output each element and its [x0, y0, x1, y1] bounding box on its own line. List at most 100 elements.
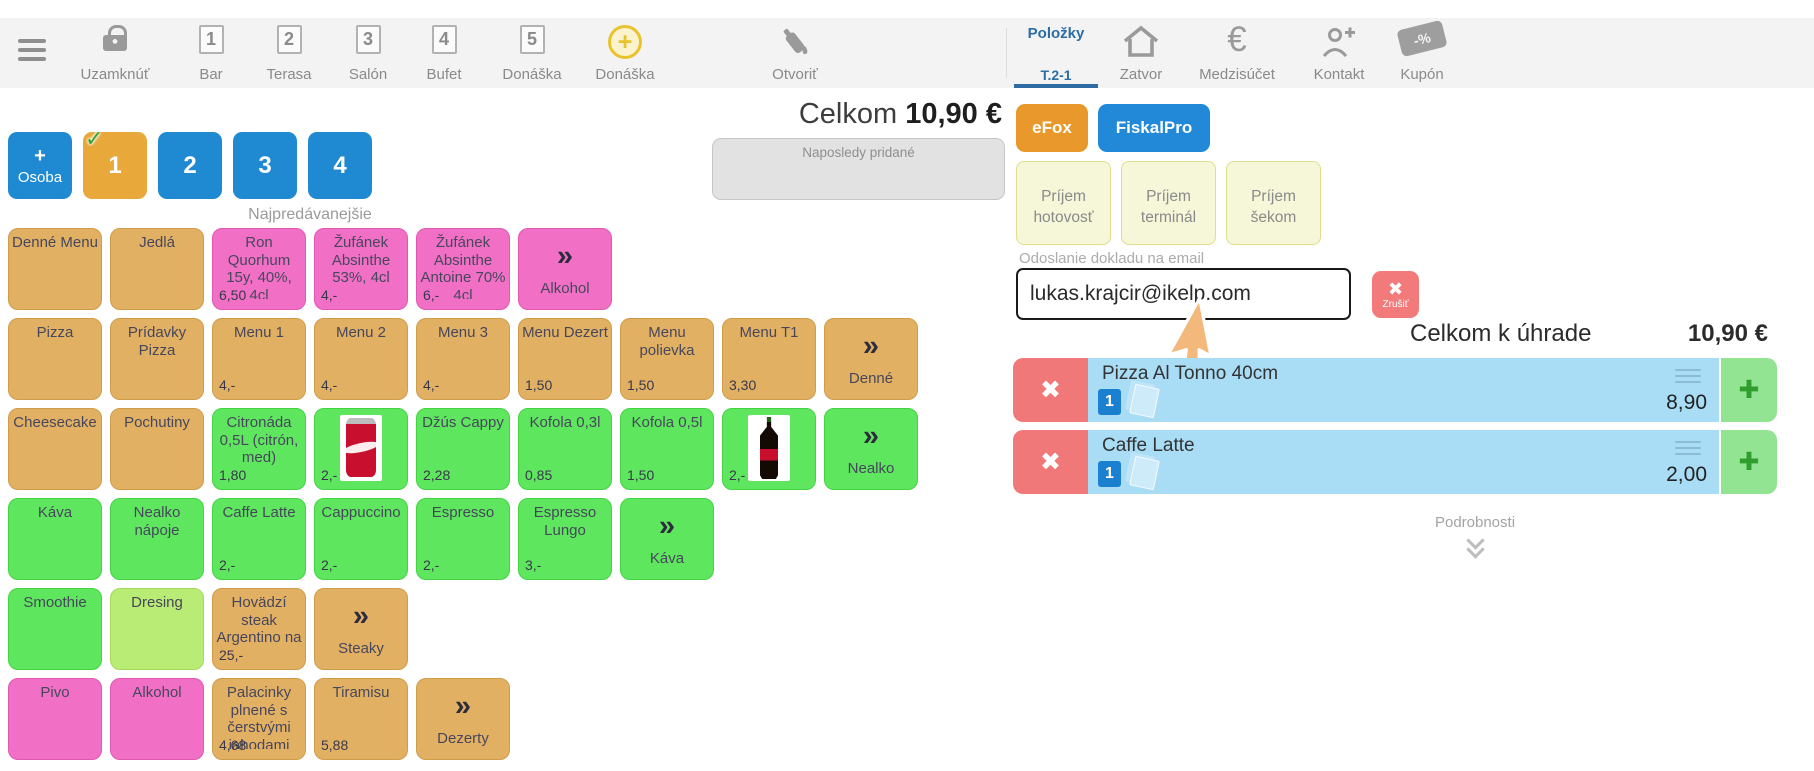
- plus-circle-icon: +: [608, 25, 642, 59]
- fiskalpro-printer-button[interactable]: FiskalPro: [1098, 104, 1210, 152]
- product-tile-nealko-n-poje[interactable]: Nealko nápoje: [110, 498, 204, 580]
- product-tile-palacinky-plnen-s-erstv-mi-jahodami[interactable]: Palacinky plnené s čerstvými jahodami4,6…: [212, 678, 306, 760]
- remove-item-button[interactable]: ✖: [1013, 358, 1088, 422]
- product-tile-smoothie[interactable]: Smoothie: [8, 588, 102, 670]
- product-tile-menu-2[interactable]: Menu 24,-: [314, 318, 408, 400]
- product-tile-cheesecake[interactable]: Cheesecake: [8, 408, 102, 490]
- product-tile-d-s-cappy[interactable]: Džús Cappy2,28: [416, 408, 510, 490]
- product-tile-menu-3[interactable]: Menu 34,-: [416, 318, 510, 400]
- product-tile-hov-dz-steak-argentino-na[interactable]: Hovädzí steak Argentino na25,-: [212, 588, 306, 670]
- hamburger-menu-icon[interactable]: [18, 39, 46, 61]
- quantity-badge: 1: [1098, 461, 1121, 487]
- product-tile-menu-dezert[interactable]: Menu Dezert1,50: [518, 318, 612, 400]
- tab-bufet[interactable]: 4 Bufet: [406, 25, 482, 83]
- product-tile-caffe-latte[interactable]: Caffe Latte2,-: [212, 498, 306, 580]
- product-tile-jedl[interactable]: Jedlá: [110, 228, 204, 310]
- order-item-price: 2,00: [1666, 463, 1707, 487]
- tab-2-icon: 2: [277, 25, 302, 54]
- person-button-1[interactable]: ✓ 1: [83, 132, 147, 199]
- coupon-label: Kupón: [1400, 66, 1443, 83]
- product-tile-pr-davky-pizza[interactable]: Prídavky Pizza: [110, 318, 204, 400]
- cancel-email-button[interactable]: ✖ Zrušiť: [1372, 271, 1419, 318]
- person-4-label: 4: [333, 152, 346, 180]
- close-table-label: Zatvor: [1120, 66, 1163, 83]
- product-tile-menu-polievka[interactable]: Menu polievka1,50: [620, 318, 714, 400]
- order-item-price: 8,90: [1666, 391, 1707, 415]
- product-tile-pizza[interactable]: Pizza: [8, 318, 102, 400]
- email-section-label: Odoslanie dokladu na email: [1019, 250, 1204, 267]
- tab-5-icon: 5: [520, 25, 545, 54]
- product-tile-coca-cola-can[interactable]: 2,-: [314, 408, 408, 490]
- tab-terasa[interactable]: 2 Terasa: [251, 25, 327, 83]
- delete-x-icon: ✖: [1040, 376, 1061, 404]
- product-label: Dresing: [111, 589, 203, 612]
- contact-button[interactable]: Kontakt: [1300, 25, 1378, 83]
- category-more-tile-denn[interactable]: »Denné: [824, 318, 918, 400]
- product-tile-kofola-0-3l[interactable]: Kofola 0,3l0,85: [518, 408, 612, 490]
- category-more-tile-alkohol[interactable]: »Alkohol: [518, 228, 612, 310]
- kofola-bottle-image: [748, 415, 790, 481]
- tab-items-active[interactable]: Položky T.2-1: [1016, 25, 1096, 83]
- category-more-tile-dezerty[interactable]: »Dezerty: [416, 678, 510, 760]
- product-tile-cappuccino[interactable]: Cappuccino2,-: [314, 498, 408, 580]
- pay-terminal-button[interactable]: Príjem terminál: [1121, 161, 1216, 245]
- product-tile-denn-menu[interactable]: Denné Menu: [8, 228, 102, 310]
- product-tile-uf-nek-absinthe-antoine-70-4cl[interactable]: Žufánek Absinthe Antoine 70% 4cl6,-: [416, 228, 510, 310]
- lock-button[interactable]: Uzamknúť: [75, 25, 155, 83]
- increase-quantity-button[interactable]: ✚: [1721, 358, 1777, 422]
- category-more-tile-k-va[interactable]: »Káva: [620, 498, 714, 580]
- product-tile-kofola-0-5l[interactable]: Kofola 0,5l1,50: [620, 408, 714, 490]
- efox-printer-button[interactable]: eFox: [1016, 104, 1088, 152]
- pay-cheque-button[interactable]: Príjem šekom: [1226, 161, 1321, 245]
- product-price: 2,-: [321, 467, 337, 484]
- tab-salon[interactable]: 3 Salón: [330, 25, 406, 83]
- category-label: Dezerty: [417, 730, 509, 748]
- subtotal-button[interactable]: € Medzisúčet: [1180, 25, 1294, 83]
- product-tile-espresso-lungo[interactable]: Espresso Lungo3,-: [518, 498, 612, 580]
- product-price: 0,85: [525, 467, 552, 484]
- open-button[interactable]: Otvoriť: [757, 25, 833, 83]
- product-tile-dresing[interactable]: Dresing: [110, 588, 204, 670]
- product-tile-alkohol[interactable]: Alkohol: [110, 678, 204, 760]
- category-more-tile-steaky[interactable]: »Steaky: [314, 588, 408, 670]
- product-tile-ron-quorhum-15y-40-4cl[interactable]: Ron Quorhum 15y, 40%, 4cl6,50: [212, 228, 306, 310]
- product-tile-k-va[interactable]: Káva: [8, 498, 102, 580]
- product-tile-espresso[interactable]: Espresso2,-: [416, 498, 510, 580]
- product-tile-citron-da-0-5l-citr-n-med[interactable]: Citronáda 0,5L (citrón, med)1,80: [212, 408, 306, 490]
- drag-handle[interactable]: [1675, 441, 1701, 459]
- check-icon: ✓: [85, 126, 103, 152]
- product-tile-menu-1[interactable]: Menu 14,-: [212, 318, 306, 400]
- order-item-body[interactable]: Pizza Al Tonno 40cm18,90: [1088, 358, 1719, 422]
- discount-ticket-icon: -%: [1396, 20, 1447, 57]
- product-tile-pivo[interactable]: Pivo: [8, 678, 102, 760]
- tab-3-icon: 3: [356, 25, 381, 54]
- product-price: 4,68: [219, 737, 246, 754]
- coupon-button[interactable]: -% Kupón: [1384, 25, 1460, 83]
- tab-donaska[interactable]: 5 Donáška: [494, 25, 570, 83]
- tab-bar[interactable]: 1 Bar: [173, 25, 249, 83]
- total-due-value: 10,90 €: [1688, 320, 1768, 348]
- pay-cash-button[interactable]: Príjem hotovosť: [1016, 161, 1111, 245]
- product-label: Tiramisu: [315, 679, 407, 702]
- category-label: Nealko: [825, 460, 917, 478]
- receipt-email-input[interactable]: [1016, 268, 1351, 320]
- add-person-button[interactable]: + Osoba: [8, 132, 72, 199]
- close-table-button[interactable]: Zatvor: [1103, 25, 1179, 83]
- new-delivery-button[interactable]: + Donáška: [587, 25, 663, 83]
- product-price: 1,80: [219, 467, 246, 484]
- product-tile-tiramisu[interactable]: Tiramisu5,88: [314, 678, 408, 760]
- person-button-2[interactable]: 2: [158, 132, 222, 199]
- category-more-tile-nealko[interactable]: »Nealko: [824, 408, 918, 490]
- increase-quantity-button[interactable]: ✚: [1721, 430, 1777, 494]
- remove-item-button[interactable]: ✖: [1013, 430, 1088, 494]
- product-tile-uf-nek-absinthe-53-4cl[interactable]: Žufánek Absinthe 53%, 4cl4,-: [314, 228, 408, 310]
- drag-handle[interactable]: [1675, 369, 1701, 387]
- person-button-4[interactable]: 4: [308, 132, 372, 199]
- person-button-3[interactable]: 3: [233, 132, 297, 199]
- order-item-body[interactable]: Caffe Latte12,00: [1088, 430, 1719, 494]
- details-toggle[interactable]: Podrobnosti: [1330, 514, 1620, 549]
- product-tile-kofola-bottle[interactable]: 2,-: [722, 408, 816, 490]
- product-tile-pochutiny[interactable]: Pochutiny: [110, 408, 204, 490]
- new-delivery-label: Donáška: [595, 66, 654, 83]
- product-tile-menu-t1[interactable]: Menu T13,30: [722, 318, 816, 400]
